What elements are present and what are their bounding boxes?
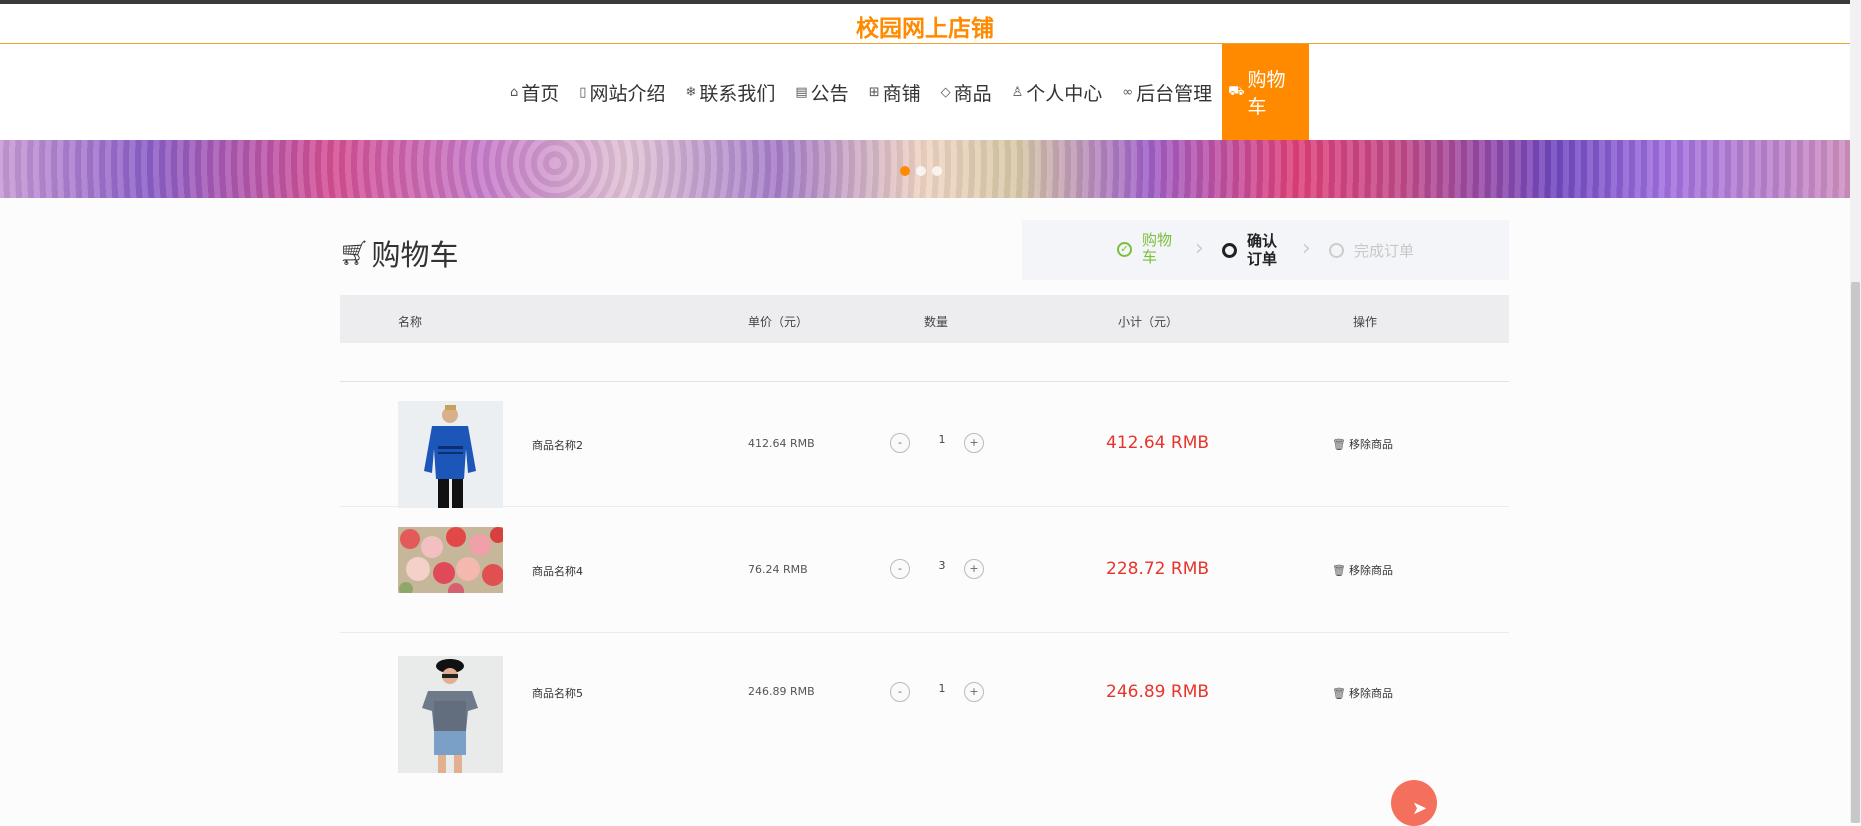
cart-icon: ⛟ [1228,83,1245,99]
cart-icon: 🛒︎ [339,239,370,267]
link-icon: ∞ [1122,84,1134,100]
banner-carousel[interactable] [0,140,1850,198]
qty-value[interactable]: 1 [935,682,949,695]
nav-item-contact[interactable]: ❄ 联系我们 [675,44,785,140]
remove-label: 移除商品 [1348,438,1393,451]
grid-icon: ⊞ [868,84,880,100]
trash-icon: 🗑︎ [1332,686,1346,700]
nav-item-products[interactable]: ◇ 商品 [931,44,1002,140]
nav-item-label: 联系我们 [699,82,776,105]
trash-icon: 🗑︎ [1332,437,1346,451]
nav-item-notice[interactable]: ▤ 公告 [785,44,858,140]
step-label: 确认订单 [1247,232,1278,268]
main-nav: ⌂ 首页 ▯ 网站介绍 ❄ 联系我们 ▤ 公告 ⊞ 商铺 ◇ 商品 ♙ 个人中心… [0,44,1850,140]
calendar-icon: ▤ [795,84,808,100]
product-image[interactable] [398,401,503,508]
nav-item-user-center[interactable]: ♙ 个人中心 [1002,44,1113,140]
carousel-dot-3[interactable] [932,166,942,176]
nav-item-home[interactable]: ⌂ 首页 [500,44,569,140]
step-confirm: 确认订单 [1222,232,1281,268]
unit-price: 76.24 RMB [748,563,808,576]
row-subtotal: 412.64 RMB [1106,433,1210,453]
qty-increase-button[interactable]: + [964,433,984,453]
qty-increase-button[interactable]: + [964,559,984,579]
remove-label: 移除商品 [1348,564,1393,577]
page-title: 🛒︎ 购物车 [339,232,458,274]
table-row: 商品名称4 76.24 RMB - 3 + 228.72 RMB 🗑︎ 移除商品 [340,508,1509,633]
chevron-right-icon: › [1195,236,1204,261]
nav-item-label: 网站介绍 [589,82,666,105]
remove-item-button[interactable]: 🗑︎ 移除商品 [1332,562,1393,578]
qty-decrease-button[interactable]: - [890,433,910,453]
table-row: 商品名称5 246.89 RMB - 1 + 246.89 RMB 🗑︎ 移除商… [340,634,1509,773]
product-name[interactable]: 商品名称2 [532,437,583,453]
product-image[interactable] [398,527,503,593]
snowflake-icon: ❄ [685,84,697,100]
unit-price: 412.64 RMB [748,437,815,450]
page-title-text: 购物车 [371,238,459,272]
nav-item-label: 公告 [810,82,849,105]
header-action: 操作 [1353,315,1378,329]
step-cart: ✓ 购物车 [1117,232,1176,266]
scrollbar-thumb[interactable] [1851,282,1860,823]
nav-item-label: 商品 [953,82,992,105]
step-complete: 完成订单 [1329,240,1414,261]
carousel-dots [900,166,942,176]
nav-item-cart[interactable]: ⛟ 购物车 [1222,44,1310,140]
scrollbar[interactable] [1850,0,1861,823]
mouse-pointer-icon: ➤ [1412,798,1428,819]
check-circle-icon: ✓ [1117,241,1132,257]
qty-decrease-button[interactable]: - [890,682,910,702]
nav-item-label: 首页 [521,82,560,105]
step-label: 完成订单 [1354,242,1415,260]
home-icon: ⌂ [510,84,519,100]
product-image[interactable] [398,656,503,773]
remove-item-button[interactable]: 🗑︎ 移除商品 [1332,685,1393,701]
row-subtotal: 228.72 RMB [1106,559,1210,579]
row-subtotal: 246.89 RMB [1106,682,1210,702]
header-name: 名称 [398,315,423,329]
carousel-dot-2[interactable] [916,166,926,176]
header-subtotal: 小计（元） [1118,315,1179,329]
nav-item-shops[interactable]: ⊞ 商铺 [859,44,931,140]
user-icon: ♙ [1011,84,1024,100]
circle-icon [1329,243,1344,258]
nav-item-label: 商铺 [882,82,921,105]
product-name[interactable]: 商品名称5 [532,685,583,701]
nav-item-label: 购物车 [1247,69,1286,118]
qty-value[interactable]: 1 [935,433,949,446]
checkout-steps: ✓ 购物车 › 确认订单 › 完成订单 [1022,220,1509,280]
site-header: 校园网上店铺 [0,4,1850,44]
qty-decrease-button[interactable]: - [890,559,910,579]
product-name[interactable]: 商品名称4 [532,563,583,579]
carousel-dot-1[interactable] [900,166,910,176]
tag-icon: ◇ [940,84,951,100]
trash-icon: 🗑︎ [1332,563,1346,577]
nav-item-label: 后台管理 [1136,82,1213,105]
chevron-right-icon: › [1302,236,1311,261]
header-qty: 数量 [924,315,949,329]
remove-label: 移除商品 [1348,687,1393,700]
cart-table-header: 名称 单价（元） 数量 小计（元） 操作 [340,295,1509,343]
unit-price: 246.89 RMB [748,685,815,698]
document-icon: ▯ [579,84,587,100]
site-title: 校园网上店铺 [856,16,994,42]
nav-item-label: 个人中心 [1026,82,1103,105]
nav-item-about[interactable]: ▯ 网站介绍 [569,44,675,140]
step-label: 购物车 [1142,231,1173,266]
circle-icon [1222,242,1237,258]
header-price: 单价（元） [748,315,809,329]
table-row: 商品名称2 412.64 RMB - 1 + 412.64 RMB 🗑︎ 移除商… [340,382,1509,508]
remove-item-button[interactable]: 🗑︎ 移除商品 [1332,436,1393,452]
nav-item-admin[interactable]: ∞ 后台管理 [1112,44,1222,140]
qty-value[interactable]: 3 [935,559,949,572]
qty-increase-button[interactable]: + [964,682,984,702]
